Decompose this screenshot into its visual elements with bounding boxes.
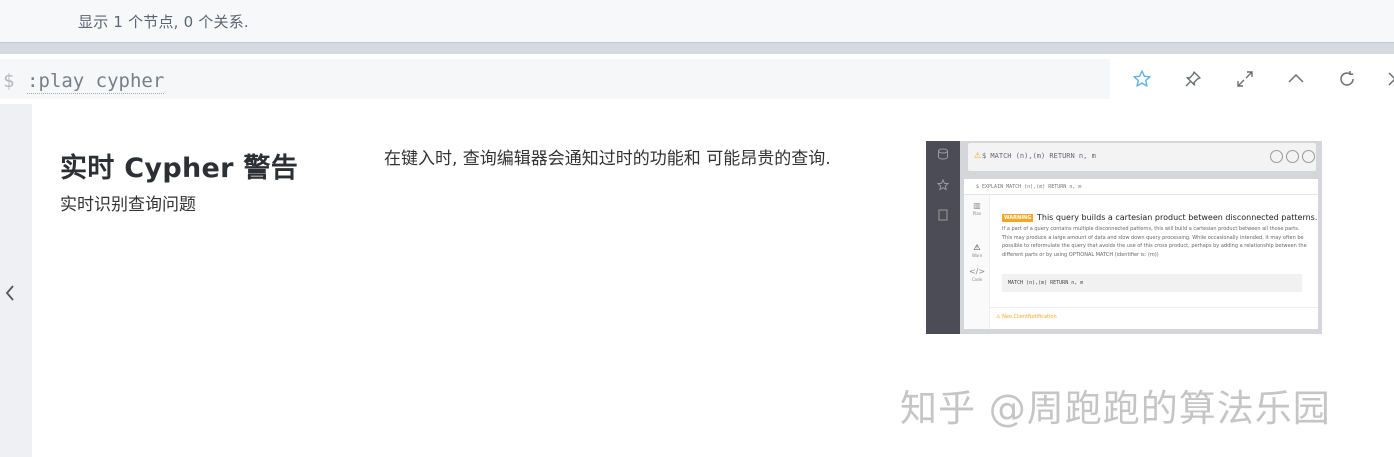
preview-tab-label: Code — [971, 277, 983, 282]
star-icon[interactable] — [1129, 66, 1155, 92]
collapse-icon[interactable] — [1283, 66, 1309, 92]
document-icon — [938, 209, 948, 221]
database-icon — [938, 148, 948, 160]
close-icon[interactable] — [1382, 66, 1394, 92]
favorites-icon — [937, 179, 949, 191]
result-summary: 显示 1 个节点, 0 个关系. — [78, 13, 249, 31]
preview-frame-title: $ EXPLAIN MATCH (n),(m) RETURN n, m — [976, 184, 1082, 190]
slide-description: 在键入时, 查询编辑器会通知过时的功能和 可能昂贵的查询. — [384, 149, 831, 169]
run-circle-icon — [1302, 150, 1315, 163]
preview-frame-header: $ EXPLAIN MATCH (n),(m) RETURN n, m — [964, 179, 1318, 195]
preview-tab: ⚠ Warn — [968, 243, 986, 258]
warning-badge: WARNING — [1002, 214, 1034, 222]
table-icon: ▥ — [973, 201, 981, 210]
chevron-left-icon[interactable] — [2, 282, 18, 304]
command-text[interactable]: :play cypher — [27, 70, 165, 94]
warning-icon: ⚠ — [973, 243, 981, 252]
warning-icon: ⚠ — [974, 151, 982, 160]
carousel-nav-left — [0, 104, 32, 457]
preview-tab-label: Plan — [972, 211, 982, 216]
warning-code: MATCH (n),(m) RETURN n, m — [1002, 274, 1302, 292]
warning-footer-text: Neo.ClientNotification — [1002, 314, 1057, 320]
expand-icon[interactable] — [1232, 66, 1258, 92]
code-icon: </> — [968, 267, 986, 276]
preview-tab-label: Warn — [971, 253, 983, 258]
warning-code-text: MATCH (n),(m) RETURN n, m — [1008, 280, 1084, 286]
command-box[interactable]: $ :play cypher — [0, 59, 1110, 99]
watermark: 知乎 @周跑跑的算法乐园 — [900, 387, 1331, 430]
prompt-symbol: $ — [3, 70, 15, 92]
slide-title: 实时 Cypher 警告 — [60, 153, 298, 184]
status-bar: 显示 1 个节点, 0 个关系. — [0, 0, 1394, 42]
warning-headline: This query builds a cartesian product be… — [1037, 213, 1318, 222]
preview-tab: ▥ Plan — [968, 201, 986, 216]
preview-editor-text: $ MATCH (n),(m) RETURN n, m — [982, 152, 1096, 160]
warning-body: If a part of a query contains multiple d… — [1002, 226, 1307, 258]
pin-icon[interactable] — [1180, 66, 1206, 92]
command-row: $ :play cypher — [0, 54, 1394, 104]
warning-screenshot: ⚠ $ MATCH (n),(m) RETURN n, m $ EXPLAIN … — [926, 141, 1322, 334]
favorite-circle-icon — [1270, 150, 1283, 163]
preview-editor: ⚠ $ MATCH (n),(m) RETURN n, m — [968, 143, 1316, 171]
preview-frame: $ EXPLAIN MATCH (n),(m) RETURN n, m ▥ Pla… — [964, 179, 1318, 329]
preview-frame-tabs: ▥ Plan ⚠ Warn </> Code — [964, 195, 990, 329]
preview-tab: </> Code — [968, 267, 986, 282]
preview-sidebar — [926, 141, 960, 334]
slide-subtitle: 实时识别查询问题 — [60, 195, 196, 215]
clear-circle-icon — [1286, 150, 1299, 163]
frame-divider — [0, 42, 1394, 54]
warning-footer: ⚠ Neo.ClientNotification — [996, 314, 1057, 320]
preview-footer-divider — [990, 307, 1318, 308]
rerun-icon[interactable] — [1334, 66, 1360, 92]
